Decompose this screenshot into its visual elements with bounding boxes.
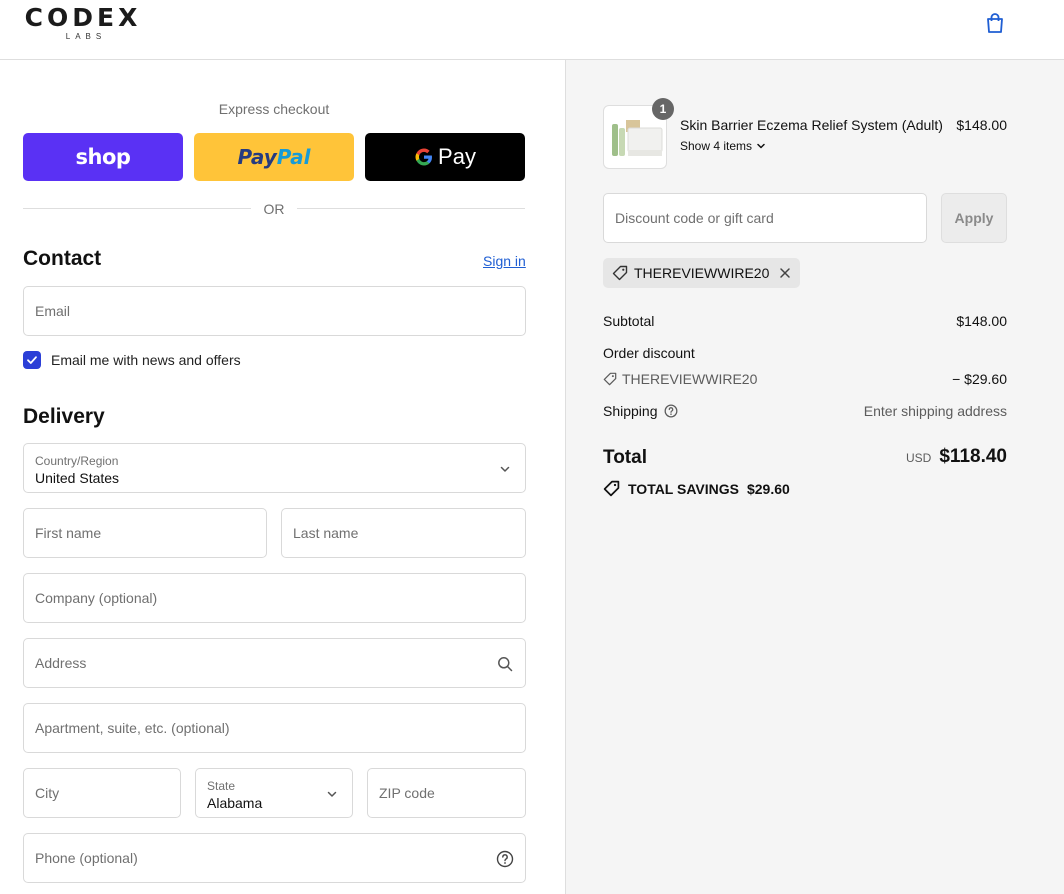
product-price: $148.00 — [956, 117, 1007, 133]
paypal-button[interactable]: PayPal — [194, 133, 354, 181]
city-input[interactable] — [24, 769, 180, 817]
sign-in-link[interactable]: Sign in — [483, 253, 526, 269]
google-pay-label: Pay — [438, 144, 476, 169]
order-discount-label: Order discount — [603, 345, 695, 361]
address-input[interactable] — [24, 639, 525, 687]
tag-icon — [603, 480, 620, 497]
subtotal-value: $148.00 — [956, 313, 1007, 329]
order-summary-panel — [565, 60, 1064, 894]
newsletter-checkbox[interactable] — [23, 351, 41, 369]
paypal-label: PayPal — [237, 145, 311, 169]
total-amount-group: USD $118.40 — [906, 446, 1007, 468]
email-field[interactable] — [23, 286, 526, 336]
total-label: Total — [603, 447, 647, 468]
first-name-field[interactable] — [23, 508, 267, 558]
phone-input[interactable] — [24, 834, 525, 882]
brand-logo[interactable]: CODEX LABS — [22, 4, 144, 42]
total-currency: USD — [906, 451, 932, 465]
logo-main-text: CODEX — [24, 3, 142, 32]
contact-title: Contact — [23, 247, 102, 270]
google-g-icon — [415, 148, 433, 166]
state-value: Alabama — [207, 795, 263, 811]
city-field[interactable] — [23, 768, 181, 818]
last-name-input[interactable] — [282, 509, 525, 557]
apply-discount-button[interactable]: Apply — [941, 193, 1007, 243]
chevron-down-icon — [322, 784, 342, 804]
apartment-field[interactable] — [23, 703, 526, 753]
country-value: United States — [35, 470, 120, 486]
order-discount-code: THEREVIEWWIRE20 — [622, 371, 758, 387]
phone-field[interactable] — [23, 833, 526, 883]
help-circle-icon[interactable] — [664, 404, 678, 418]
shipping-row: Shipping — [603, 403, 678, 419]
google-pay-button[interactable]: Pay — [365, 133, 525, 181]
tag-icon — [603, 372, 617, 386]
company-input[interactable] — [24, 574, 525, 622]
discount-code-field[interactable] — [603, 193, 927, 243]
order-discount-value: − $29.60 — [952, 371, 1007, 387]
country-select[interactable]: Country/Region United States — [23, 443, 526, 493]
first-name-input[interactable] — [24, 509, 266, 557]
zip-field[interactable] — [367, 768, 526, 818]
express-checkout-title: Express checkout — [218, 101, 330, 117]
zip-input[interactable] — [368, 769, 525, 817]
chevron-down-icon — [757, 143, 765, 149]
close-icon — [780, 268, 791, 278]
divider-line — [297, 208, 525, 209]
total-savings-value: $29.60 — [746, 480, 790, 497]
state-select[interactable]: State Alabama — [195, 768, 353, 818]
apartment-input[interactable] — [24, 704, 525, 752]
discount-code-input[interactable] — [604, 194, 926, 242]
logo-sub-text: LABS — [65, 32, 107, 41]
shipping-value: Enter shipping address — [863, 403, 1007, 419]
product-name: Skin Barrier Eczema Relief System (Adult… — [680, 117, 943, 133]
state-label: State — [207, 779, 236, 793]
cart-button[interactable] — [982, 10, 1008, 36]
show-items-label: Show 4 items — [680, 139, 753, 153]
tag-icon — [612, 265, 628, 281]
applied-discount-chip: THEREVIEWWIRE20 — [603, 258, 801, 288]
shop-pay-label: shop — [75, 145, 131, 169]
total-value: $118.40 — [939, 446, 1007, 467]
or-label: OR — [263, 201, 285, 217]
or-divider: OR — [23, 199, 525, 219]
total-savings-label: TOTAL SAVINGS — [628, 480, 739, 497]
address-field[interactable] — [23, 638, 526, 688]
shop-pay-button[interactable]: shop — [23, 133, 183, 181]
applied-discount-code: THEREVIEWWIRE20 — [634, 265, 770, 281]
quantity-badge: 1 — [652, 98, 674, 120]
delivery-title: Delivery — [23, 405, 105, 428]
header: CODEX LABS — [0, 0, 1064, 60]
order-discount-code-row: THEREVIEWWIRE20 — [603, 371, 757, 387]
company-field[interactable] — [23, 573, 526, 623]
country-label: Country/Region — [35, 454, 119, 468]
search-icon — [495, 654, 515, 674]
shipping-label: Shipping — [603, 403, 658, 419]
show-items-toggle[interactable]: Show 4 items — [680, 139, 766, 153]
chevron-down-icon — [495, 459, 515, 479]
remove-discount-button[interactable] — [779, 267, 791, 279]
shopping-bag-icon — [987, 13, 1003, 33]
last-name-field[interactable] — [281, 508, 526, 558]
help-circle-icon[interactable] — [495, 849, 515, 869]
newsletter-option[interactable]: Email me with news and offers — [23, 351, 241, 369]
subtotal-label: Subtotal — [603, 313, 655, 329]
checkmark-icon — [27, 356, 37, 364]
newsletter-label: Email me with news and offers — [51, 352, 241, 368]
email-input[interactable] — [24, 287, 525, 335]
total-savings-row: TOTAL SAVINGS $29.60 — [603, 480, 790, 497]
